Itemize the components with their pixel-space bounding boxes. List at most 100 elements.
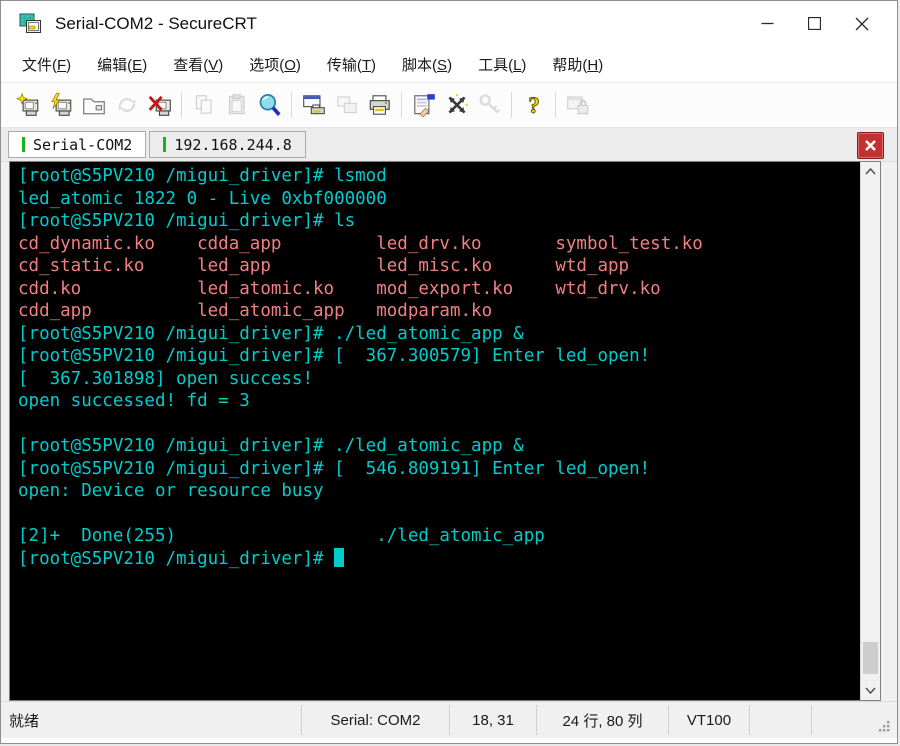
terminal-line: [root@S5PV210 /migui_driver]# [ 546.8091… bbox=[18, 458, 651, 479]
menu-item-tools[interactable]: 工具(L) bbox=[465, 49, 539, 80]
terminal-line: [root@S5PV210 /migui_driver]# [ 367.3005… bbox=[18, 346, 651, 366]
session-options-icon bbox=[411, 92, 437, 118]
terminal-line: open successed! fd = 3 bbox=[18, 391, 250, 411]
menu-item-help[interactable]: 帮助(H) bbox=[539, 49, 616, 80]
session-connected-indicator bbox=[163, 137, 167, 152]
scrollbar-thumb[interactable] bbox=[863, 642, 878, 674]
minimize-icon bbox=[761, 22, 774, 25]
chevron-up-icon bbox=[865, 168, 876, 175]
terminal-line: [root@S5PV210 /migui_driver]# lsmod bbox=[18, 166, 387, 186]
title-bar: Serial-COM2 - SecureCRT bbox=[1, 1, 897, 46]
terminal-line: cd_dynamic.ko cdda_app led_drv.ko symbol… bbox=[18, 233, 703, 254]
terminal-line: open: Device or resource busy bbox=[18, 481, 324, 501]
toolbar-separator bbox=[401, 92, 402, 118]
close-tab-button[interactable] bbox=[857, 132, 884, 159]
status-serial: Serial: COM2 bbox=[330, 711, 421, 729]
help-icon bbox=[521, 92, 547, 118]
toolbar-separator bbox=[555, 92, 556, 118]
window-title: Serial-COM2 - SecureCRT bbox=[55, 13, 257, 33]
status-terminal-size: 24 行, 80 列 bbox=[562, 712, 643, 730]
terminal-line: [2]+ Done(255) ./led_atomic_app bbox=[18, 526, 545, 546]
maximize-button[interactable] bbox=[791, 1, 838, 46]
tab-bar: Serial-COM2 192.168.244.8 bbox=[1, 128, 897, 162]
key-agent-button bbox=[473, 89, 506, 122]
quick-connect-icon bbox=[48, 92, 74, 118]
lock-session-button bbox=[561, 89, 594, 122]
find-icon bbox=[257, 92, 283, 118]
terminal-cursor bbox=[334, 547, 345, 567]
window-bottom-edge bbox=[1, 738, 897, 743]
toolbar-separator bbox=[181, 92, 182, 118]
terminal-line: cdd_app led_atomic_app modparam.ko bbox=[18, 301, 493, 321]
session-options-button[interactable] bbox=[407, 89, 440, 122]
run-script-button[interactable] bbox=[440, 89, 473, 122]
find-button[interactable] bbox=[253, 89, 286, 122]
reconnect-button bbox=[110, 89, 143, 122]
print-screen-button[interactable] bbox=[297, 89, 330, 122]
status-empty-1 bbox=[750, 702, 811, 738]
close-button[interactable] bbox=[838, 1, 885, 46]
run-script-icon bbox=[444, 92, 470, 118]
menu-item-file[interactable]: 文件(F) bbox=[9, 49, 84, 80]
copy-button bbox=[187, 89, 220, 122]
scrollbar-track[interactable] bbox=[861, 181, 880, 681]
maximize-icon bbox=[808, 17, 821, 30]
menu-item-script[interactable]: 脚本(S) bbox=[389, 49, 465, 80]
terminal-line: [root@S5PV210 /migui_driver]# ./led_atom… bbox=[18, 436, 524, 456]
print-selection-icon bbox=[334, 92, 360, 118]
terminal-line: [root@S5PV210 /migui_driver]# bbox=[18, 547, 860, 571]
print-selection-button bbox=[330, 89, 363, 122]
scroll-down-button[interactable] bbox=[861, 681, 880, 700]
key-agent-icon bbox=[477, 92, 503, 118]
terminal-scrollbar[interactable] bbox=[860, 162, 880, 700]
status-bar: 就绪 Serial: COM2 18, 31 24 行, 80 列 VT100 bbox=[1, 701, 897, 738]
status-emulation: VT100 bbox=[686, 711, 732, 729]
tab-serial-com2[interactable]: Serial-COM2 bbox=[8, 131, 147, 158]
menu-item-transfer[interactable]: 传输(T) bbox=[314, 49, 389, 80]
copy-icon bbox=[191, 92, 217, 118]
status-ready: 就绪 bbox=[9, 712, 40, 730]
scroll-up-button[interactable] bbox=[861, 162, 880, 181]
print-icon bbox=[367, 92, 393, 118]
help-button[interactable] bbox=[517, 89, 550, 122]
close-tab-icon bbox=[865, 140, 876, 151]
window-controls bbox=[744, 1, 885, 46]
print-button[interactable] bbox=[363, 89, 396, 122]
new-session-button[interactable] bbox=[11, 89, 44, 122]
status-empty-2 bbox=[812, 702, 857, 738]
new-session-icon bbox=[15, 92, 41, 118]
print-screen-icon bbox=[301, 92, 327, 118]
paste-icon bbox=[224, 92, 250, 118]
tab-label: 192.168.244.8 bbox=[174, 135, 292, 154]
toolbar-separator bbox=[511, 92, 512, 118]
close-icon bbox=[855, 17, 868, 30]
session-connected-indicator bbox=[22, 137, 25, 152]
lock-session-icon bbox=[565, 92, 591, 118]
terminal-line: cdd.ko led_atomic.ko mod_export.ko wtd_d… bbox=[18, 278, 661, 299]
tab-192-168-244-8[interactable]: 192.168.244.8 bbox=[149, 131, 306, 158]
minimize-button[interactable] bbox=[744, 1, 791, 46]
terminal-screen[interactable]: [root@S5PV210 /migui_driver]# lsmod led_a… bbox=[10, 162, 860, 700]
terminal-line: led_atomic 1822 0 - Live 0xbf000000 bbox=[18, 188, 387, 209]
app-icon bbox=[19, 13, 41, 33]
resize-grip[interactable] bbox=[857, 702, 897, 738]
connect-in-tab-button[interactable] bbox=[77, 89, 110, 122]
resize-grip-icon bbox=[879, 721, 890, 732]
session-tabs: Serial-COM2 192.168.244.8 bbox=[8, 128, 309, 161]
reconnect-icon bbox=[114, 92, 140, 118]
menu-item-edit[interactable]: 编辑(E) bbox=[84, 49, 160, 80]
menu-item-options[interactable]: 选项(O) bbox=[236, 49, 314, 80]
terminal-line: [root@S5PV210 /migui_driver]# ls bbox=[18, 211, 356, 231]
disconnect-icon bbox=[147, 92, 173, 118]
terminal-zone: [root@S5PV210 /migui_driver]# lsmod led_a… bbox=[9, 161, 881, 701]
terminal-line: [ 367.301898] open success! bbox=[18, 368, 314, 389]
menu-item-view[interactable]: 查看(V) bbox=[160, 49, 236, 80]
disconnect-button[interactable] bbox=[143, 89, 176, 122]
menu-bar: 文件(F) 编辑(E) 查看(V) 选项(O) 传输(T) 脚本(S) 工具(L) 帮助(H) bbox=[1, 46, 897, 82]
terminal-line: [root@S5PV210 /migui_driver]# ./led_atom… bbox=[18, 323, 524, 344]
toolbar bbox=[1, 82, 897, 128]
quick-connect-button[interactable] bbox=[44, 89, 77, 122]
paste-button bbox=[220, 89, 253, 122]
status-cells: 就绪 Serial: COM2 18, 31 24 行, 80 列 VT100 bbox=[1, 702, 857, 738]
